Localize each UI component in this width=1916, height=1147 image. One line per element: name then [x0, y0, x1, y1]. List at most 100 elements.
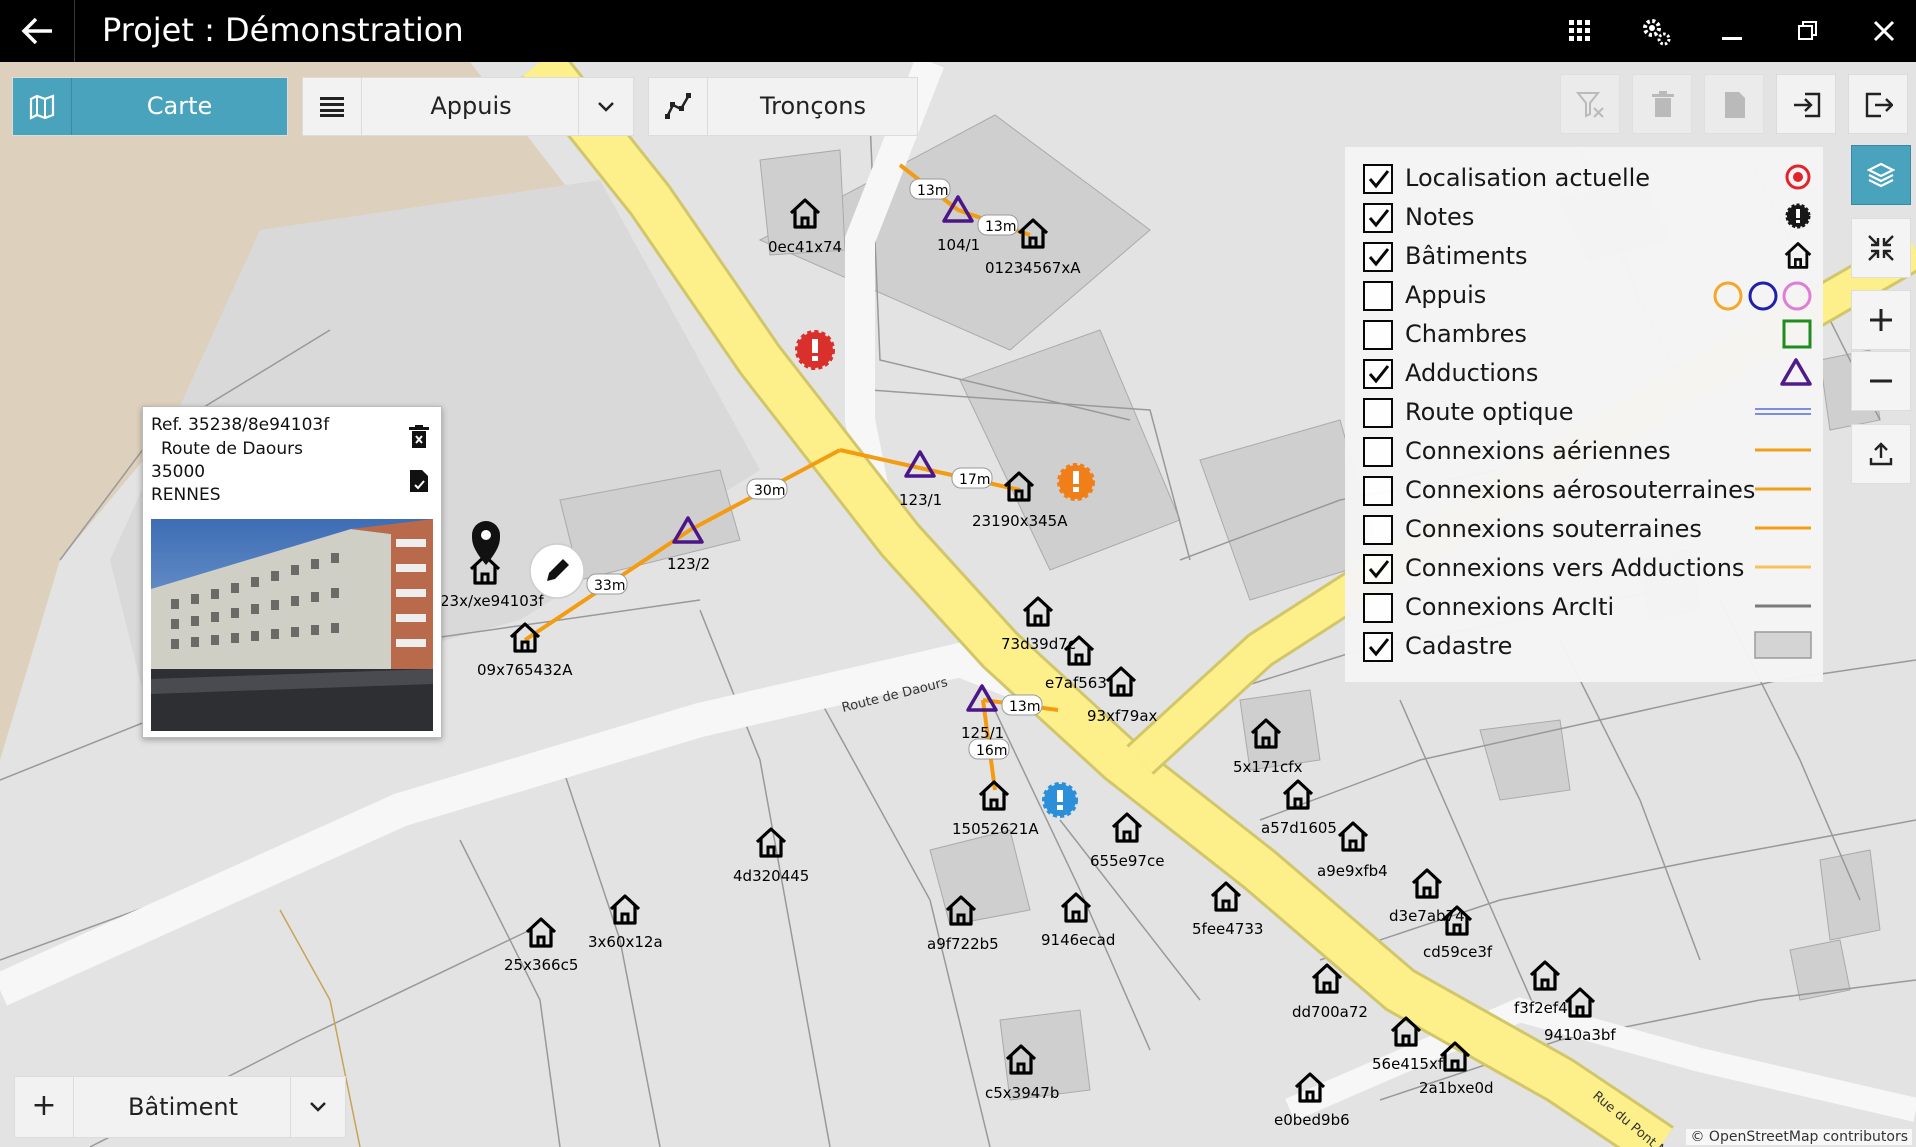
legend-row-aerosubterranean[interactable]: Connexions aérosouterraines [1363, 474, 1813, 512]
legend-row-arciti[interactable]: Connexions ArcIti [1363, 591, 1813, 629]
popup-street: Route de Daours [161, 439, 303, 459]
building-label: 25x366c5 [504, 956, 578, 974]
note-alert-blue-icon[interactable] [1042, 782, 1078, 818]
poles-dropdown-toggle[interactable] [578, 78, 633, 135]
building-label: 0ec41x74 [768, 238, 842, 256]
sections-button[interactable]: Tronçons [648, 77, 918, 136]
building-label: 5fee4733 [1192, 920, 1263, 938]
layer-checkbox[interactable] [1363, 437, 1393, 467]
building-label: 3x60x12a [588, 933, 663, 951]
edit-button[interactable] [529, 543, 585, 599]
building-label: d3e7ab74 [1389, 907, 1465, 925]
collapse-button[interactable] [1851, 218, 1911, 278]
clear-filter-button[interactable] [1560, 74, 1620, 134]
target-icon [1785, 164, 1811, 190]
legend-row-aerial[interactable]: Connexions aériennes [1363, 435, 1813, 473]
zoom-out-button[interactable] [1851, 351, 1911, 411]
poles-dropdown[interactable]: Appuis [302, 77, 634, 136]
settings-button[interactable] [1618, 0, 1694, 62]
legend-label: Connexions aérosouterraines [1405, 476, 1756, 504]
legend-row-chambers[interactable]: Chambres [1363, 318, 1813, 356]
building-label: c5x3947b [985, 1084, 1059, 1102]
layer-checkbox[interactable] [1363, 359, 1393, 389]
save-button[interactable] [1704, 74, 1764, 134]
legend-label: Connexions aériennes [1405, 437, 1671, 465]
map-label[interactable]: Carte [72, 78, 287, 135]
minimize-button[interactable] [1694, 0, 1770, 62]
building-photo-image [151, 519, 433, 731]
legend-label: Notes [1405, 203, 1475, 231]
chevron-down-icon [598, 102, 614, 112]
legend-row-adductions[interactable]: Adductions [1363, 357, 1813, 395]
layer-checkbox[interactable] [1363, 593, 1393, 623]
map-view-toggle[interactable]: Carte [12, 77, 288, 136]
trash-icon [409, 425, 429, 448]
pole-circles-icon [1713, 281, 1812, 311]
note-alert-red-icon[interactable] [795, 330, 835, 370]
add-feature-control: + Bâtiment [14, 1076, 346, 1138]
upload-button[interactable] [1851, 424, 1911, 484]
legend-row-buildings[interactable]: Bâtiments [1363, 240, 1813, 278]
layer-checkbox[interactable] [1363, 320, 1393, 350]
back-button[interactable] [0, 0, 74, 62]
layer-checkbox[interactable] [1363, 203, 1393, 233]
legend-row-adduction-connections[interactable]: Connexions vers Adductions [1363, 552, 1813, 590]
chevron-down-icon [310, 1102, 326, 1112]
legend-label: Localisation actuelle [1405, 164, 1651, 192]
list-icon-button[interactable] [303, 78, 362, 135]
map-icon-button[interactable] [13, 78, 72, 135]
layer-checkbox[interactable] [1363, 164, 1393, 194]
building-label: 23190x345A [972, 512, 1068, 530]
legend-row-subterranean[interactable]: Connexions souterraines [1363, 513, 1813, 551]
minimize-icon [1722, 37, 1742, 40]
feature-type-label[interactable]: Bâtiment [74, 1093, 292, 1121]
export-button[interactable] [1848, 74, 1908, 134]
route-icon [665, 93, 691, 119]
grid-icon [1569, 20, 1590, 41]
layer-checkbox[interactable] [1363, 632, 1393, 662]
gray-line-icon [1755, 604, 1811, 608]
layer-checkbox[interactable] [1363, 476, 1393, 506]
legend-row-notes[interactable]: Notes [1363, 201, 1813, 239]
layer-checkbox[interactable] [1363, 515, 1393, 545]
layer-checkbox[interactable] [1363, 281, 1393, 311]
legend-label: Cadastre [1405, 632, 1513, 660]
add-button[interactable]: + [15, 1077, 74, 1137]
legend-row-localisation[interactable]: Localisation actuelle [1363, 162, 1813, 200]
legend-row-optical-route[interactable]: Route optique [1363, 396, 1813, 434]
distance-label: 33m [594, 578, 625, 594]
popup-document-button[interactable] [409, 469, 429, 497]
popup-postcode: 35000 [151, 462, 206, 482]
legend-row-cadastre[interactable]: Cadastre [1363, 630, 1813, 668]
route-icon-button[interactable] [649, 78, 708, 135]
orange-line-icon [1755, 487, 1811, 491]
restore-button[interactable] [1770, 0, 1846, 62]
apps-button[interactable] [1542, 0, 1618, 62]
layers-button[interactable] [1851, 145, 1911, 205]
close-icon [1873, 20, 1895, 42]
layer-checkbox[interactable] [1363, 242, 1393, 272]
close-button[interactable] [1846, 0, 1916, 62]
layer-checkbox[interactable] [1363, 398, 1393, 428]
delete-button[interactable] [1632, 74, 1692, 134]
legend-label: Connexions ArcIti [1405, 593, 1615, 621]
parcel-rect-icon [1754, 631, 1812, 659]
building-label: f3f2ef4 [1514, 999, 1568, 1017]
map-icon [29, 94, 55, 120]
building-label: a9f722b5 [927, 935, 999, 953]
collapse-icon [1868, 235, 1894, 261]
layer-checkbox[interactable] [1363, 554, 1393, 584]
filter-clear-icon [1576, 92, 1604, 118]
building-label: a57d1605 [1261, 819, 1337, 837]
building-label: cd59ce3f [1423, 943, 1493, 961]
check-icon [1368, 170, 1390, 189]
orange-line-icon [1755, 526, 1811, 530]
import-button[interactable] [1776, 74, 1836, 134]
note-alert-orange-icon[interactable] [1057, 463, 1095, 501]
feature-type-dropdown[interactable] [290, 1077, 345, 1137]
legend-label: Route optique [1405, 398, 1574, 426]
legend-row-poles[interactable]: Appuis [1363, 279, 1813, 317]
popup-delete-button[interactable] [409, 425, 429, 453]
arrow-left-icon [21, 17, 52, 45]
zoom-in-button[interactable] [1851, 290, 1911, 350]
